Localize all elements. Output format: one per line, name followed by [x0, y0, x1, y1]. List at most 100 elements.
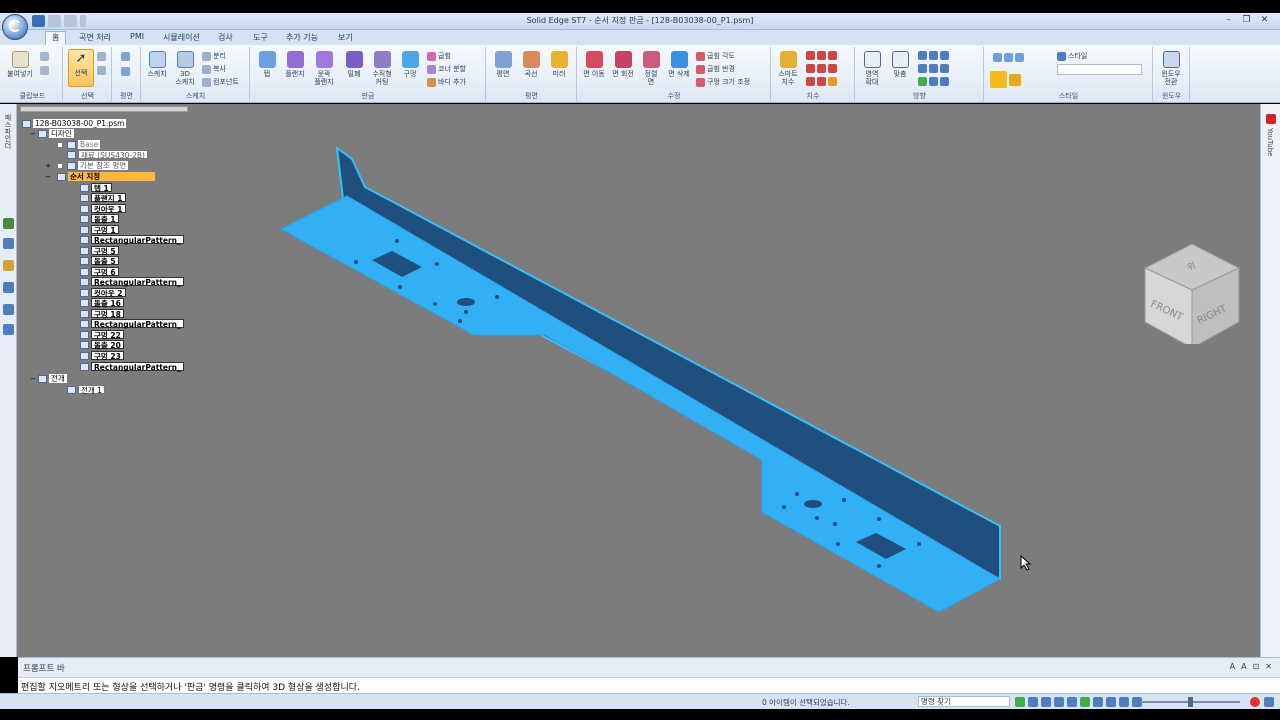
- zoom-area-button[interactable]: 영역 확대: [859, 51, 885, 86]
- component-button[interactable]: 컴포넌트: [202, 77, 239, 87]
- tree-root[interactable]: 128-B03038-00_P1.psm: [22, 119, 127, 128]
- tree-feature[interactable]: 컷아웃 1: [80, 204, 126, 214]
- tab-tools[interactable]: 도구: [253, 32, 268, 43]
- tree-feature[interactable]: RectangularPattern_: [80, 277, 184, 287]
- fit-button[interactable]: 맞춤: [887, 51, 913, 78]
- hole-size-button[interactable]: 구멍 크기 조정: [696, 77, 750, 87]
- view-tool-1[interactable]: [918, 51, 949, 60]
- mirror-button[interactable]: 미러: [546, 51, 572, 78]
- named-views-icon[interactable]: [1093, 697, 1103, 707]
- face-move-button[interactable]: 면 이동: [581, 51, 607, 78]
- view-tool-3[interactable]: [918, 77, 949, 86]
- switch-window-button[interactable]: 윈도우 전환: [1158, 51, 1184, 86]
- select-filter-button[interactable]: [97, 66, 106, 75]
- paste-button[interactable]: 붙여넣기: [7, 51, 33, 78]
- tab-inspect[interactable]: 검사: [218, 32, 233, 43]
- tools-icon[interactable]: [3, 324, 14, 335]
- dim-tool-3[interactable]: [806, 77, 837, 86]
- tree-feature[interactable]: 돌출 1: [80, 214, 119, 224]
- checkbox-base[interactable]: [57, 142, 63, 148]
- sensors-icon[interactable]: [3, 282, 14, 293]
- command-search-input[interactable]: 명령 찾기: [918, 696, 1010, 707]
- bend-angle-button[interactable]: 굽힘 각도: [696, 51, 735, 61]
- curve-button[interactable]: 곡선: [518, 51, 544, 78]
- library-icon[interactable]: [3, 238, 14, 249]
- copy-sketch-button[interactable]: 복사: [202, 64, 226, 74]
- tree-flat-item[interactable]: 전개 1: [67, 385, 105, 395]
- font-shrink-icon[interactable]: A: [1241, 662, 1246, 671]
- tab-pmi[interactable]: PMI: [130, 32, 144, 41]
- zoom-icon[interactable]: [1041, 697, 1051, 707]
- minimize-icon[interactable]: –: [1221, 14, 1236, 26]
- tree-feature[interactable]: 구멍 18: [80, 309, 124, 319]
- tab-view[interactable]: 보기: [338, 32, 353, 43]
- bend-radius-button[interactable]: 굽힘 반경: [696, 64, 735, 74]
- tree-feature[interactable]: 플랜지 1: [80, 193, 126, 203]
- view-cube[interactable]: 위 FRONT RIGHT: [1142, 244, 1242, 344]
- application-button[interactable]: [2, 14, 28, 40]
- zoom-slider-handle[interactable]: [1188, 697, 1193, 707]
- tab-feature-button[interactable]: 탭: [254, 51, 280, 78]
- cutout-button[interactable]: 구멍: [397, 51, 423, 78]
- tree-ref-planes[interactable]: 기본 참조 평면: [67, 161, 129, 170]
- tree-feature[interactable]: 구멍 22: [80, 330, 124, 340]
- tree-feature[interactable]: 구멍 6: [80, 267, 119, 277]
- tree-feature[interactable]: 돌출 16: [80, 298, 124, 308]
- body-add-button[interactable]: 바디 추가: [427, 77, 466, 87]
- expand-ref-planes[interactable]: +: [45, 163, 51, 170]
- tree-feature[interactable]: 돌출 20: [80, 340, 124, 350]
- fit-view-icon[interactable]: [1054, 697, 1064, 707]
- view-style-1[interactable]: [993, 53, 1024, 62]
- youtube-icon[interactable]: [1266, 114, 1276, 124]
- tree-feature[interactable]: RectangularPattern_: [80, 362, 184, 372]
- align-face-button[interactable]: 정렬 면: [638, 51, 664, 86]
- view-tool-2[interactable]: [918, 64, 949, 73]
- tree-material[interactable]: 재료 (SUS430-2B): [67, 150, 148, 160]
- record-icon[interactable]: [1250, 697, 1260, 707]
- corner-split-button[interactable]: 코너 분할: [427, 64, 466, 74]
- sketch-view-icon[interactable]: [1106, 697, 1116, 707]
- zoom-area-icon[interactable]: [1028, 697, 1038, 707]
- pan-view-icon[interactable]: [1067, 697, 1077, 707]
- graphics-window[interactable]: 위 FRONT RIGHT: [17, 104, 1260, 657]
- tab-surfacing[interactable]: 곡면 처리: [79, 32, 111, 43]
- tree-flat[interactable]: 전개: [38, 374, 67, 383]
- expand-ordered[interactable]: −: [45, 174, 51, 181]
- close-prompt-icon[interactable]: ✕: [1265, 662, 1272, 671]
- split-button[interactable]: 분리: [202, 51, 226, 61]
- tree-design[interactable]: 디자인: [38, 129, 74, 138]
- select-button[interactable]: ➚ 선택: [68, 49, 94, 87]
- plane-tool-1[interactable]: [121, 52, 130, 61]
- tab-add-ins[interactable]: 추가 기능: [286, 32, 318, 43]
- tree-feature[interactable]: 돌출 5: [80, 256, 119, 266]
- face-delete-button[interactable]: 면 삭제: [666, 51, 692, 78]
- layers-icon[interactable]: [3, 218, 14, 229]
- close-icon[interactable]: ✕: [1257, 14, 1272, 26]
- style-label-button[interactable]: 스타일: [1057, 51, 1087, 61]
- tree-feature[interactable]: RectangularPattern_: [80, 319, 184, 329]
- face-rotate-button[interactable]: 면 회전: [610, 51, 636, 78]
- maximize-icon[interactable]: ❐: [1239, 14, 1254, 26]
- bend-button[interactable]: 굽힘: [427, 51, 451, 61]
- expand-design[interactable]: −: [30, 131, 36, 138]
- tab-home[interactable]: 홈: [45, 31, 67, 45]
- tree-feature[interactable]: RectangularPattern_: [80, 235, 184, 245]
- tree-feature[interactable]: 구멍 5: [80, 246, 119, 256]
- shading-icon[interactable]: [1119, 697, 1129, 707]
- tab-simulation[interactable]: 시뮬레이션: [163, 32, 200, 43]
- tree-base[interactable]: Base: [67, 140, 101, 149]
- style-dropdown[interactable]: [1057, 64, 1142, 75]
- pathfinder-tab[interactable]: 패스파인더: [3, 114, 13, 149]
- tree-feature[interactable]: 구멍 1: [80, 225, 119, 235]
- plane-tool-2[interactable]: [121, 67, 130, 76]
- refresh-view-icon[interactable]: [1015, 697, 1025, 707]
- tree-feature[interactable]: 탭 1: [80, 183, 112, 193]
- cut-button[interactable]: [40, 52, 49, 61]
- pin-icon[interactable]: ⊡: [1253, 662, 1260, 671]
- sketch-3d-button[interactable]: 3D 스케치: [172, 51, 198, 86]
- dim-tool-1[interactable]: [806, 51, 837, 60]
- help-status-icon[interactable]: [1264, 697, 1274, 707]
- sketch-button[interactable]: 스케치: [144, 51, 170, 78]
- smart-dimension-button[interactable]: 스마트 치수: [775, 51, 801, 86]
- expand-flat[interactable]: −: [30, 376, 36, 383]
